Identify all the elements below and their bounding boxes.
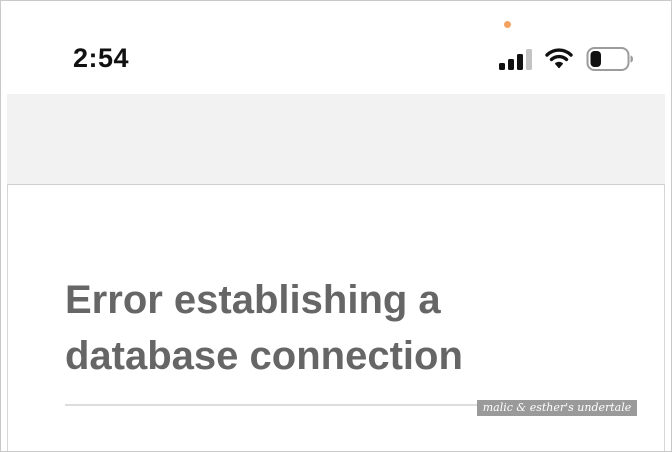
watermark-label: malic & esther's undertale (477, 400, 637, 416)
browser-toolbar-band (7, 94, 665, 185)
privacy-indicator-dot (504, 21, 511, 28)
signal-bar-2 (508, 59, 514, 70)
cellular-signal-icon (499, 48, 535, 70)
status-time: 2:54 (73, 43, 130, 73)
signal-bar-4 (526, 49, 532, 70)
signal-bar-3 (517, 54, 523, 70)
battery-icon (586, 46, 634, 72)
phone-screen: 2:54 Error establishing a database conne… (0, 0, 672, 452)
status-bar: 2:54 (1, 1, 671, 93)
signal-bar-1 (499, 63, 505, 70)
error-title: Error establishing a database connection (65, 278, 463, 378)
wifi-icon (545, 47, 573, 69)
